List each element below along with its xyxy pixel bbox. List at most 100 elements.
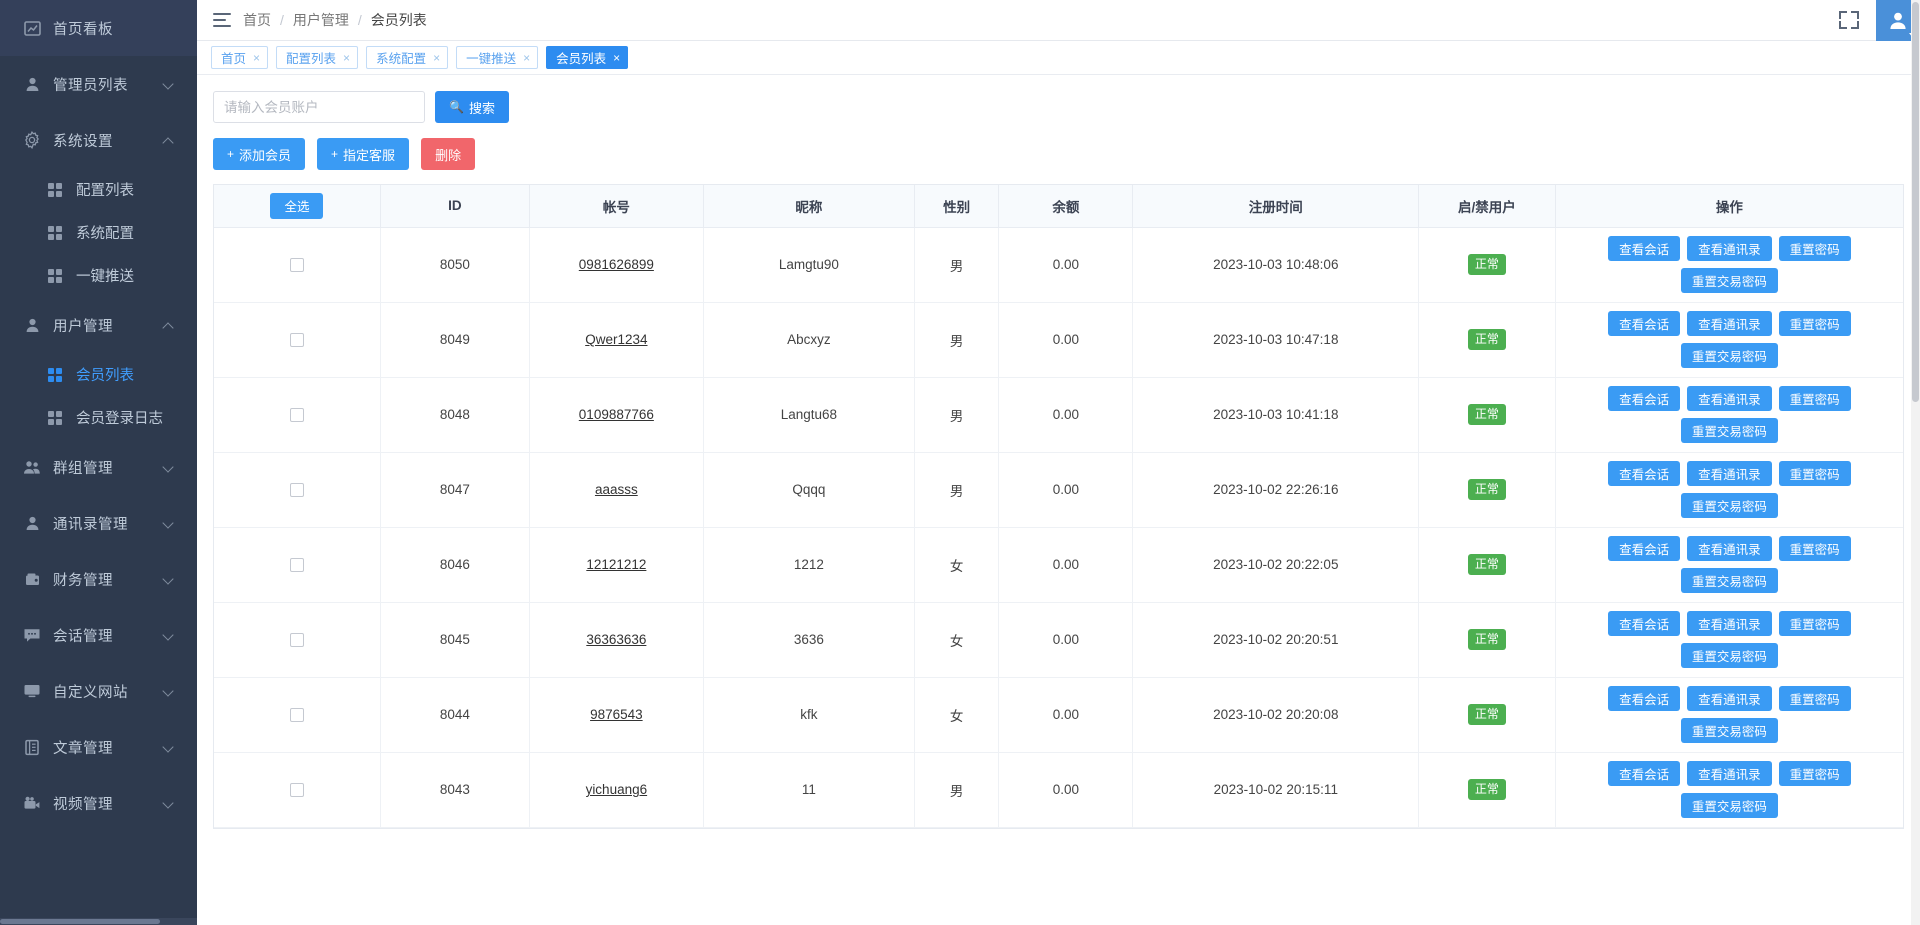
close-icon[interactable]: × — [433, 52, 440, 64]
view-contacts-button[interactable]: 查看通讯录 — [1687, 236, 1772, 261]
sidebar-subitem-member-login-log[interactable]: 会员登录日志 — [0, 396, 197, 439]
sidebar-subitem-one-key-push[interactable]: 一键推送 — [0, 254, 197, 297]
view-contacts-button[interactable]: 查看通讯录 — [1687, 311, 1772, 336]
row-checkbox-cell — [214, 227, 380, 302]
tab-member-list[interactable]: 会员列表 × — [546, 46, 628, 69]
assign-support-button[interactable]: + 指定客服 — [317, 138, 409, 170]
view-contacts-button[interactable]: 查看通讯录 — [1687, 761, 1772, 786]
close-icon[interactable]: × — [253, 52, 260, 64]
row-checkbox[interactable] — [290, 558, 304, 572]
sidebar-item-session-management[interactable]: 会话管理 — [0, 607, 197, 663]
sidebar-subitem-member-list[interactable]: 会员列表 — [0, 353, 197, 396]
sidebar-horizontal-scrollbar[interactable] — [0, 918, 197, 925]
reset-trade-password-button[interactable]: 重置交易密码 — [1681, 793, 1778, 818]
row-checkbox[interactable] — [290, 483, 304, 497]
sidebar-item-user-management[interactable]: 用户管理 — [0, 297, 197, 353]
add-member-button[interactable]: + 添加会员 — [213, 138, 305, 170]
account-link[interactable]: aaasss — [595, 482, 638, 497]
account-link[interactable]: 36363636 — [586, 632, 646, 647]
reset-trade-password-button[interactable]: 重置交易密码 — [1681, 643, 1778, 668]
search-button[interactable]: 🔍 搜索 — [435, 91, 509, 123]
sidebar-subitem-system-config[interactable]: 系统配置 — [0, 211, 197, 254]
cell-status: 正常 — [1419, 677, 1556, 752]
tab-system-config[interactable]: 系统配置 × — [366, 46, 448, 69]
reset-trade-password-button[interactable]: 重置交易密码 — [1681, 568, 1778, 593]
sidebar-item-custom-website[interactable]: 自定义网站 — [0, 663, 197, 719]
row-checkbox[interactable] — [290, 258, 304, 272]
cell-operations: 查看会话查看通讯录重置密码重置交易密码 — [1555, 302, 1903, 377]
reset-password-button[interactable]: 重置密码 — [1779, 461, 1851, 486]
search-input[interactable] — [213, 91, 425, 123]
sidebar-item-admin-list[interactable]: 管理员列表 — [0, 56, 197, 112]
scrollbar-thumb[interactable] — [1912, 2, 1919, 402]
table-body: 80500981626899Lamgtu90男0.002023-10-03 10… — [214, 227, 1903, 827]
view-session-button[interactable]: 查看会话 — [1608, 386, 1680, 411]
view-session-button[interactable]: 查看会话 — [1608, 686, 1680, 711]
close-icon[interactable]: × — [613, 52, 620, 64]
view-session-button[interactable]: 查看会话 — [1608, 236, 1680, 261]
select-all-button[interactable]: 全选 — [270, 193, 323, 219]
view-contacts-button[interactable]: 查看通讯录 — [1687, 611, 1772, 636]
reset-trade-password-button[interactable]: 重置交易密码 — [1681, 343, 1778, 368]
account-link[interactable]: yichuang6 — [586, 782, 648, 797]
row-checkbox[interactable] — [290, 408, 304, 422]
account-link[interactable]: 12121212 — [586, 557, 646, 572]
sidebar-item-dashboard[interactable]: 首页看板 — [0, 0, 197, 56]
sidebar-subitem-label: 会员登录日志 — [76, 407, 163, 428]
view-session-button[interactable]: 查看会话 — [1608, 611, 1680, 636]
row-checkbox[interactable] — [290, 333, 304, 347]
reset-trade-password-button[interactable]: 重置交易密码 — [1681, 268, 1778, 293]
row-checkbox[interactable] — [290, 708, 304, 722]
cell-balance: 0.00 — [999, 602, 1133, 677]
reset-password-button[interactable]: 重置密码 — [1779, 536, 1851, 561]
fullscreen-icon[interactable] — [1834, 5, 1864, 35]
page-vertical-scrollbar[interactable] — [1911, 0, 1920, 925]
reset-trade-password-button[interactable]: 重置交易密码 — [1681, 493, 1778, 518]
sidebar-subitem-config-list[interactable]: 配置列表 — [0, 168, 197, 211]
tab-config-list[interactable]: 配置列表 × — [276, 46, 358, 69]
tab-one-key-push[interactable]: 一键推送 × — [456, 46, 538, 69]
tab-home[interactable]: 首页 × — [211, 46, 268, 69]
view-contacts-button[interactable]: 查看通讯录 — [1687, 386, 1772, 411]
reset-trade-password-button[interactable]: 重置交易密码 — [1681, 718, 1778, 743]
reset-password-button[interactable]: 重置密码 — [1779, 311, 1851, 336]
close-icon[interactable]: × — [343, 52, 350, 64]
reset-password-button[interactable]: 重置密码 — [1779, 236, 1851, 261]
breadcrumb-item-user-management[interactable]: 用户管理 — [293, 10, 349, 30]
reset-password-button[interactable]: 重置密码 — [1779, 686, 1851, 711]
view-contacts-button[interactable]: 查看通讯录 — [1687, 461, 1772, 486]
row-checkbox[interactable] — [290, 783, 304, 797]
account-link[interactable]: 0109887766 — [579, 407, 654, 422]
sidebar-item-video-management[interactable]: 视频管理 — [0, 775, 197, 831]
view-session-button[interactable]: 查看会话 — [1608, 461, 1680, 486]
account-link[interactable]: 9876543 — [590, 707, 643, 722]
view-session-button[interactable]: 查看会话 — [1608, 761, 1680, 786]
scrollbar-thumb[interactable] — [0, 919, 160, 924]
view-session-button[interactable]: 查看会话 — [1608, 311, 1680, 336]
sidebar-item-label: 自定义网站 — [53, 681, 163, 702]
row-checkbox[interactable] — [290, 633, 304, 647]
menu-collapse-icon[interactable] — [213, 13, 231, 27]
reset-password-button[interactable]: 重置密码 — [1779, 761, 1851, 786]
status-badge: 正常 — [1468, 629, 1506, 650]
view-contacts-button[interactable]: 查看通讯录 — [1687, 536, 1772, 561]
account-link[interactable]: 0981626899 — [579, 257, 654, 272]
sidebar-item-finance-management[interactable]: 财务管理 — [0, 551, 197, 607]
delete-button[interactable]: 删除 — [421, 138, 475, 170]
breadcrumb-item-home[interactable]: 首页 — [243, 10, 271, 30]
sidebar-item-system-settings[interactable]: 系统设置 — [0, 112, 197, 168]
sidebar-item-article-management[interactable]: 文章管理 — [0, 719, 197, 775]
search-row: 🔍 搜索 — [213, 91, 1904, 123]
account-link[interactable]: Qwer1234 — [585, 332, 647, 347]
cell-nickname: 1212 — [703, 527, 914, 602]
view-contacts-button[interactable]: 查看通讯录 — [1687, 686, 1772, 711]
reset-trade-password-button[interactable]: 重置交易密码 — [1681, 418, 1778, 443]
close-icon[interactable]: × — [523, 52, 530, 64]
sidebar-item-group-management[interactable]: 群组管理 — [0, 439, 197, 495]
reset-password-button[interactable]: 重置密码 — [1779, 386, 1851, 411]
sidebar-item-contacts-management[interactable]: 通讯录管理 — [0, 495, 197, 551]
reset-password-button[interactable]: 重置密码 — [1779, 611, 1851, 636]
monitor-icon — [22, 681, 42, 701]
tab-strip: 首页 × 配置列表 × 系统配置 × 一键推送 × 会员列表 × — [197, 41, 1920, 75]
view-session-button[interactable]: 查看会话 — [1608, 536, 1680, 561]
